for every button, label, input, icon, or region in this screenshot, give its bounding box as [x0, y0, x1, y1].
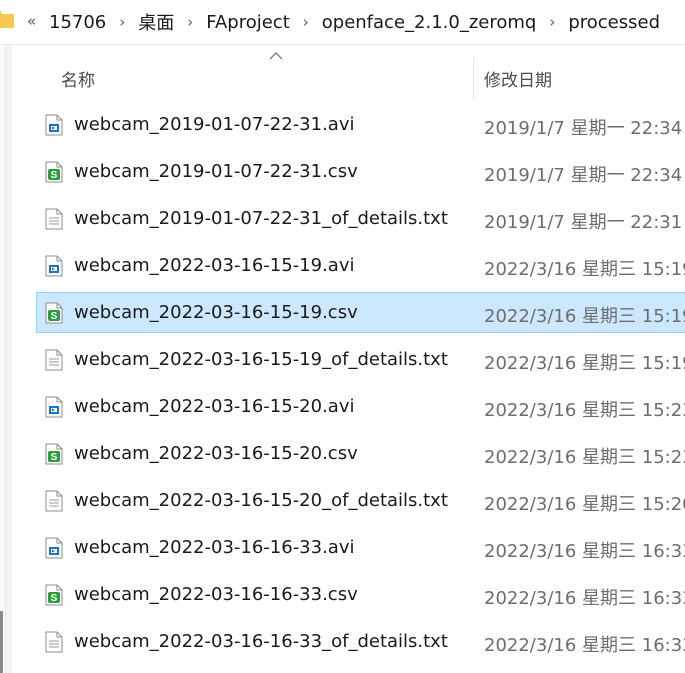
- file-row[interactable]: webcam_2022-03-16-16-33_of_details.txt 20…: [36, 621, 685, 662]
- text-file-icon: [45, 490, 63, 512]
- navigation-scrollbar-thumb[interactable]: [0, 611, 3, 673]
- chevron-right-icon[interactable]: ›: [303, 13, 309, 31]
- video-file-icon: [45, 537, 63, 559]
- breadcrumb: 15706 › 桌面 › FAproject › openface_2.1.0_…: [49, 0, 660, 44]
- file-name: webcam_2022-03-16-15-20.avi: [74, 396, 355, 417]
- text-file-icon: [45, 208, 63, 230]
- file-name: webcam_2022-03-16-16-33.csv: [74, 584, 358, 605]
- file-name: webcam_2022-03-16-15-19.csv: [74, 302, 358, 323]
- column-header-date-modified[interactable]: 修改日期: [484, 66, 552, 91]
- file-name: webcam_2022-03-16-15-20_of_details.txt: [74, 490, 448, 511]
- column-divider[interactable]: [473, 57, 474, 99]
- file-row[interactable]: webcam_2022-03-16-15-19_of_details.txt 20…: [36, 339, 685, 380]
- spreadsheet-file-icon: S: [45, 584, 63, 606]
- file-date-modified: 2022/3/16 星期三 16:33: [484, 635, 685, 656]
- folder-icon: [0, 11, 14, 28]
- video-file-icon: [45, 396, 63, 418]
- file-name: webcam_2019-01-07-22-31.avi: [74, 114, 355, 135]
- file-date-modified: 2019/1/7 星期一 22:34: [484, 165, 683, 186]
- navigation-pane-edge: [0, 45, 6, 673]
- column-header-bar: 名称 修改日期: [12, 45, 685, 103]
- chevron-right-icon[interactable]: ›: [549, 13, 555, 31]
- chevron-right-icon[interactable]: ›: [119, 13, 125, 31]
- file-row[interactable]: Swebcam_2019-01-07-22-31.csv 2019/1/7 星期一…: [36, 151, 685, 192]
- chevron-right-icon[interactable]: ›: [187, 13, 193, 31]
- file-name: webcam_2019-01-07-22-31_of_details.txt: [74, 208, 448, 229]
- file-name: webcam_2022-03-16-16-33_of_details.txt: [74, 631, 448, 652]
- file-date-modified: 2022/3/16 星期三 16:33: [484, 541, 685, 562]
- file-name: webcam_2022-03-16-15-19.avi: [74, 255, 355, 276]
- address-bar[interactable]: « 15706 › 桌面 › FAproject › openface_2.1.…: [0, 0, 685, 45]
- file-row[interactable]: Swebcam_2022-03-16-15-19.csv 2022/3/16 星期…: [36, 292, 685, 333]
- file-date-modified: 2019/1/7 星期一 22:31: [484, 212, 683, 233]
- svg-text:S: S: [51, 170, 58, 181]
- breadcrumb-item-faproject[interactable]: FAproject: [206, 12, 290, 33]
- file-row[interactable]: webcam_2022-03-16-15-19.avi 2022/3/16 星期三…: [36, 245, 685, 286]
- file-date-modified: 2022/3/16 星期三 16:33: [484, 588, 685, 609]
- file-row[interactable]: webcam_2019-01-07-22-31.avi 2019/1/7 星期一 …: [36, 104, 685, 145]
- file-name: webcam_2022-03-16-15-19_of_details.txt: [74, 349, 448, 370]
- file-date-modified: 2022/3/16 星期三 15:19: [484, 353, 685, 374]
- column-header-name[interactable]: 名称: [61, 66, 95, 91]
- video-file-icon: [45, 255, 63, 277]
- file-name: webcam_2022-03-16-16-33.avi: [74, 537, 355, 558]
- video-file-icon: [45, 114, 63, 136]
- file-row[interactable]: webcam_2022-03-16-16-33.avi 2022/3/16 星期三…: [36, 527, 685, 568]
- spreadsheet-file-icon: S: [45, 443, 63, 465]
- file-date-modified: 2022/3/16 星期三 15:23: [484, 447, 685, 468]
- file-date-modified: 2022/3/16 星期三 15:23: [484, 400, 685, 421]
- breadcrumb-item-processed[interactable]: processed: [568, 12, 660, 33]
- text-file-icon: [45, 349, 63, 371]
- file-date-modified: 2022/3/16 星期三 15:20: [484, 494, 685, 515]
- svg-text:S: S: [51, 593, 58, 604]
- sort-ascending-icon[interactable]: [269, 51, 283, 61]
- breadcrumb-item-user[interactable]: 15706: [49, 12, 106, 33]
- file-row[interactable]: Swebcam_2022-03-16-16-33.csv 2022/3/16 星期…: [36, 574, 685, 615]
- breadcrumb-overflow-icon[interactable]: «: [27, 12, 36, 30]
- file-row[interactable]: webcam_2019-01-07-22-31_of_details.txt 20…: [36, 198, 685, 239]
- spreadsheet-file-icon: S: [45, 161, 63, 183]
- breadcrumb-item-openface[interactable]: openface_2.1.0_zeromq: [322, 12, 537, 33]
- file-date-modified: 2022/3/16 星期三 15:19: [484, 259, 685, 280]
- file-row[interactable]: Swebcam_2022-03-16-15-20.csv 2022/3/16 星期…: [36, 433, 685, 474]
- file-row[interactable]: webcam_2022-03-16-15-20.avi 2022/3/16 星期三…: [36, 386, 685, 427]
- svg-text:S: S: [51, 452, 58, 463]
- navigation-pane: [0, 45, 12, 673]
- breadcrumb-item-desktop[interactable]: 桌面: [138, 9, 174, 35]
- file-name: webcam_2019-01-07-22-31.csv: [74, 161, 358, 182]
- file-name: webcam_2022-03-16-15-20.csv: [74, 443, 358, 464]
- file-row[interactable]: webcam_2022-03-16-15-20_of_details.txt 20…: [36, 480, 685, 521]
- text-file-icon: [45, 631, 63, 653]
- file-date-modified: 2022/3/16 星期三 15:19: [484, 306, 685, 327]
- file-explorer-window: « 15706 › 桌面 › FAproject › openface_2.1.…: [0, 0, 685, 673]
- spreadsheet-file-icon: S: [45, 302, 63, 324]
- svg-text:S: S: [51, 311, 58, 322]
- file-date-modified: 2019/1/7 星期一 22:34: [484, 118, 683, 139]
